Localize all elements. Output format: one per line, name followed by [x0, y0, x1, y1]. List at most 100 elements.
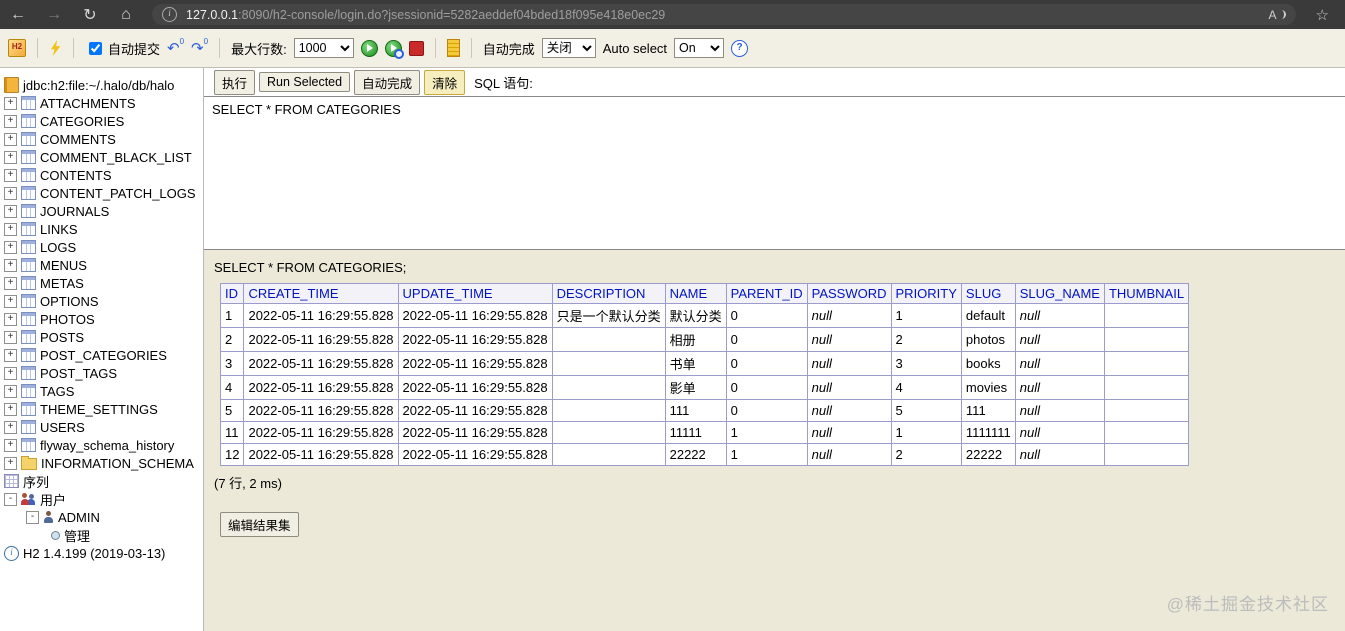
table-icon — [21, 222, 36, 236]
table-cell: 11 — [219, 421, 245, 444]
address-bar[interactable]: i 127.0.0.1:8090/h2-console/login.do?jse… — [152, 4, 1296, 25]
sidebar-item-admin-role[interactable]: 管理 — [0, 526, 203, 544]
refresh-icon[interactable]: ↻ — [72, 0, 108, 29]
table-icon — [21, 312, 36, 326]
forward-icon[interactable]: → — [36, 0, 72, 29]
table-cell: 2 — [219, 327, 245, 352]
expand-icon[interactable]: + — [4, 276, 17, 290]
sidebar-item-table[interactable]: + COMMENTS — [0, 130, 203, 148]
expand-icon[interactable]: + — [4, 366, 17, 380]
collapse-icon[interactable]: - — [26, 510, 39, 524]
sidebar-item-table[interactable]: + POST_TAGS — [0, 364, 203, 382]
table-row: 2 2022-05-11 16:29:55.828 2022-05-11 16:29… — [219, 327, 1190, 352]
sidebar-item-table[interactable]: + POST_CATEGORIES — [0, 346, 203, 364]
sidebar-item-table[interactable]: + ATTACHMENTS — [0, 94, 203, 112]
expand-icon[interactable]: + — [4, 114, 17, 128]
table-icon — [21, 438, 36, 452]
favorites-icon[interactable]: ☆ — [1316, 6, 1329, 24]
expand-icon[interactable]: + — [4, 402, 17, 416]
column-header: ID — [219, 283, 245, 304]
run-selected-button[interactable]: Run Selected — [259, 72, 351, 92]
sidebar-item-table[interactable]: + LINKS — [0, 220, 203, 238]
clear-button[interactable]: 清除 — [424, 69, 466, 95]
table-cell: 2022-05-11 16:29:55.828 — [397, 399, 553, 422]
h2-logo-icon[interactable]: H2 — [8, 39, 26, 57]
sidebar-item-sequences[interactable]: 序列 — [0, 472, 203, 490]
sidebar-item-table[interactable]: + CONTENTS — [0, 166, 203, 184]
table-label: flyway_schema_history — [40, 437, 175, 453]
run-icon[interactable] — [360, 39, 378, 57]
autocommit-control[interactable]: 自动提交 — [85, 39, 160, 58]
sidebar-item-table[interactable]: + flyway_schema_history — [0, 436, 203, 454]
column-header: NAME — [664, 283, 727, 304]
sidebar-item-table[interactable]: + LOGS — [0, 238, 203, 256]
autocomplete-button[interactable]: 自动完成 — [354, 69, 421, 95]
tree-root[interactable]: jdbc:h2:file:~/.halo/db/halo — [0, 76, 203, 94]
expand-icon[interactable]: + — [4, 96, 17, 110]
edit-result-set-button[interactable]: 编辑结果集 — [220, 512, 299, 537]
run-selected-icon[interactable] — [384, 39, 404, 59]
expand-icon[interactable]: + — [4, 456, 17, 470]
expand-icon[interactable]: + — [4, 438, 17, 452]
expand-icon[interactable]: + — [4, 294, 17, 308]
table-cell — [1103, 399, 1190, 422]
expand-icon[interactable]: + — [4, 258, 17, 272]
autocomplete-select[interactable]: 关闭 — [541, 38, 596, 58]
autocomplete-label: 自动完成 — [482, 41, 535, 57]
table-label: JOURNALS — [40, 203, 110, 219]
table-cell: 0 — [725, 375, 808, 400]
sidebar-item-admin[interactable]: - ADMIN — [0, 508, 203, 526]
collapse-icon[interactable]: - — [4, 492, 17, 506]
max-rows-select[interactable]: 1000 — [293, 38, 354, 58]
sidebar-item-table[interactable]: + METAS — [0, 274, 203, 292]
expand-icon[interactable]: + — [4, 420, 17, 434]
expand-icon[interactable]: + — [4, 204, 17, 218]
sidebar-tables: + ATTACHMENTS + CATEGORIES + COMMENTS + COMMENT… — [0, 94, 203, 454]
undo-history-icon[interactable]: ↶0 — [167, 37, 184, 56]
sidebar-item-table[interactable]: + MENUS — [0, 256, 203, 274]
home-icon[interactable]: ⌂ — [108, 0, 144, 29]
expand-icon[interactable]: + — [4, 348, 17, 362]
table-cell: 1 — [725, 421, 808, 444]
expand-icon[interactable]: + — [4, 132, 17, 146]
disconnect-icon[interactable] — [50, 40, 61, 56]
site-info-icon[interactable]: i — [162, 7, 177, 22]
run-button[interactable]: 执行 — [214, 69, 256, 95]
expand-icon[interactable]: + — [4, 384, 17, 398]
expand-icon[interactable]: + — [4, 330, 17, 344]
sidebar-item-table[interactable]: + CONTENT_PATCH_LOGS — [0, 184, 203, 202]
redo-history-icon[interactable]: ↷0 — [191, 37, 208, 56]
stop-icon[interactable] — [408, 40, 424, 56]
sidebar-item-table[interactable]: + POSTS — [0, 328, 203, 346]
sidebar-item-table[interactable]: + CATEGORIES — [0, 112, 203, 130]
expand-icon[interactable]: + — [4, 186, 17, 200]
help-icon[interactable]: ? — [731, 39, 749, 57]
users-label: 用户 — [40, 492, 67, 508]
sidebar-item-table[interactable]: + TAGS — [0, 382, 203, 400]
read-aloud-icon[interactable]: A — [1269, 8, 1286, 22]
sidebar-item-table[interactable]: + OPTIONS — [0, 292, 203, 310]
back-icon[interactable]: ← — [0, 0, 36, 29]
autoselect-select[interactable]: On — [674, 38, 725, 58]
expand-icon[interactable]: + — [4, 222, 17, 236]
query-toolbar: 执行 Run Selected 自动完成 清除 SQL 语句: — [204, 68, 1345, 96]
expand-icon[interactable]: + — [4, 312, 17, 326]
expand-icon[interactable]: + — [4, 240, 17, 254]
autocommit-checkbox[interactable] — [89, 41, 102, 55]
sidebar-item-table[interactable]: + USERS — [0, 418, 203, 436]
table-cell: null — [806, 399, 892, 422]
sidebar-item-users[interactable]: - 用户 — [0, 490, 203, 508]
sidebar-item-information-schema[interactable]: + INFORMATION_SCHEMA — [0, 454, 203, 472]
expand-icon[interactable]: + — [4, 168, 17, 182]
sidebar-item-table[interactable]: + COMMENT_BLACK_LIST — [0, 148, 203, 166]
sidebar-item-table[interactable]: + PHOTOS — [0, 310, 203, 328]
table-cell: 影单 — [664, 375, 727, 400]
table-icon — [21, 330, 36, 344]
sql-input[interactable]: SELECT * FROM CATEGORIES — [204, 96, 1345, 250]
expand-icon[interactable]: + — [4, 150, 17, 164]
commit-icon[interactable] — [446, 39, 460, 57]
table-cell: 2 — [890, 327, 962, 352]
sidebar-item-table[interactable]: + THEME_SETTINGS — [0, 400, 203, 418]
query-frame: 执行 Run Selected 自动完成 清除 SQL 语句: SELECT *… — [204, 68, 1345, 631]
sidebar-item-table[interactable]: + JOURNALS — [0, 202, 203, 220]
